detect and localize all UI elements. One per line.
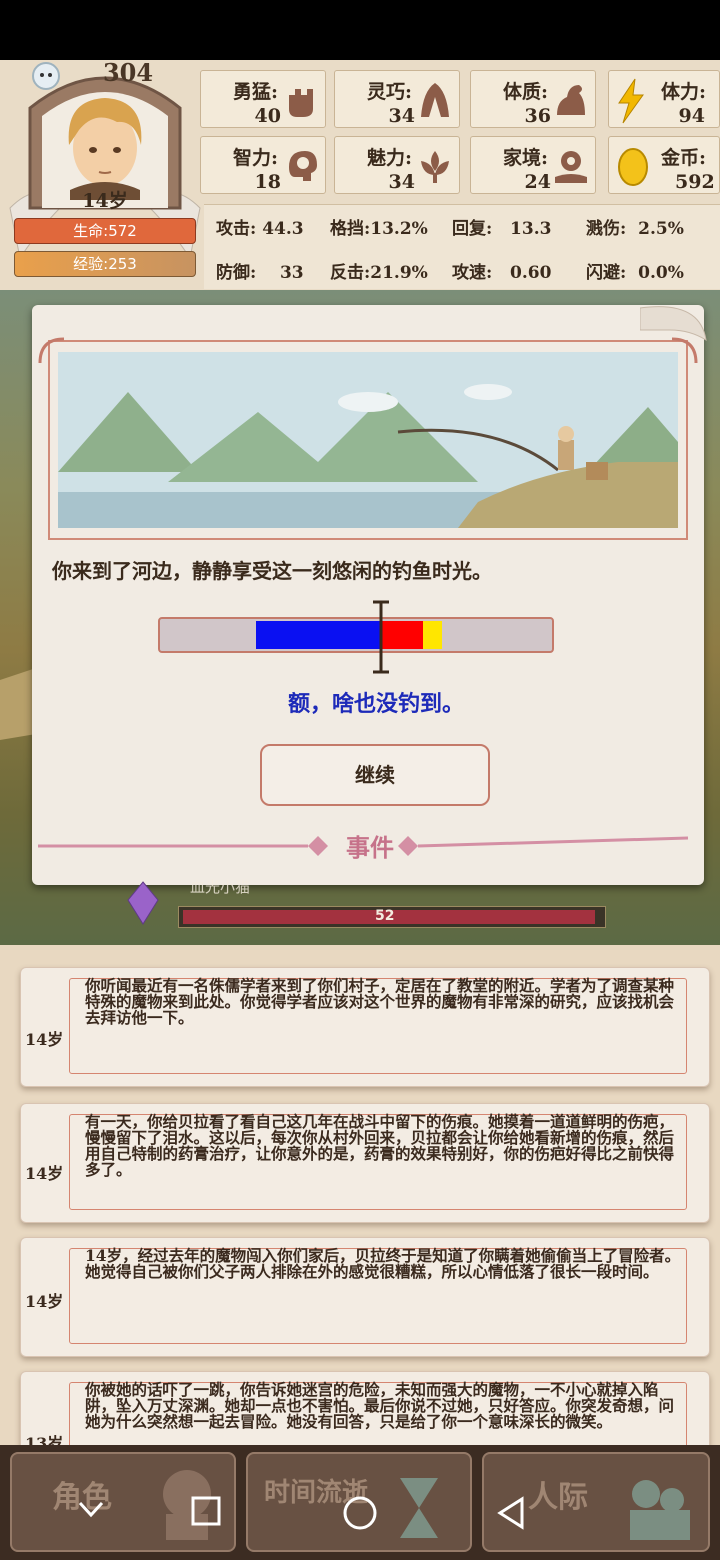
status-bar bbox=[0, 0, 720, 60]
log-entry: 14岁 有一天，你给贝拉看了看自己这几年在战斗中留下的伤痕。她摸着一道道鲜明的伤… bbox=[20, 1103, 710, 1223]
monster-hp-bar: 52 bbox=[178, 906, 606, 928]
stat-label: 灵巧: bbox=[367, 81, 413, 103]
entry-age: 14岁 bbox=[25, 1164, 64, 1183]
player-age: 14岁 bbox=[82, 190, 128, 212]
stat-intelligence[interactable]: 智力: 18 bbox=[200, 136, 326, 194]
stat-constitution[interactable]: 体质: 36 bbox=[470, 70, 596, 128]
event-log[interactable]: 14岁 你听闻最近有一名侏儒学者来到了你们村子，定居在了教堂的附近。学者为了调查… bbox=[0, 945, 720, 1445]
entry-age: 14岁 bbox=[25, 1292, 64, 1311]
stat-splash: 溅伤: 2.5% bbox=[586, 219, 684, 239]
brain-icon bbox=[289, 151, 317, 181]
pet-icon[interactable] bbox=[30, 60, 62, 92]
entry-text: 你被她的话吓了一跳，你告诉她迷宫的危险，未知而强大的魔物，一不小心就掉入陷阱，坠… bbox=[85, 1380, 675, 1431]
stat-dodge: 闪避: 0.0% bbox=[586, 263, 684, 283]
lightning-icon bbox=[618, 78, 644, 124]
stat-label: 体力: bbox=[661, 81, 707, 103]
hourglass-icon bbox=[400, 1478, 438, 1538]
stat-attack: 攻击: 44.3 bbox=[216, 219, 304, 239]
entry-text: 有一天，你给贝拉看了看自己这几年在战斗中留下的伤痕。她摸着一道道鲜明的伤疤，慢慢… bbox=[85, 1112, 675, 1179]
monster-name: 血光小猫 bbox=[190, 878, 251, 896]
stat-label: 体质: bbox=[503, 81, 549, 103]
meter-zone bbox=[256, 621, 382, 649]
stat-value: 94 bbox=[678, 105, 705, 127]
cloak-icon bbox=[421, 83, 449, 117]
meter-zone bbox=[422, 621, 443, 649]
stat-speed: 攻速: 0.60 bbox=[452, 263, 552, 283]
entry-text: 14岁，经过去年的魔物闯入你们家后，贝拉终于是知道了你瞒着她偷偷当上了冒险者。她… bbox=[85, 1246, 681, 1281]
fist-icon bbox=[289, 89, 313, 117]
stat-value: 18 bbox=[254, 171, 281, 193]
stat-value: 40 bbox=[254, 105, 281, 127]
people-icon bbox=[630, 1480, 690, 1540]
stat-value: 34 bbox=[388, 171, 415, 193]
stat-stamina[interactable]: 体力: 94 bbox=[608, 70, 720, 128]
entry-age: 13岁 bbox=[25, 1434, 64, 1445]
stat-agility[interactable]: 灵巧: 34 bbox=[334, 70, 460, 128]
stat-value: 34 bbox=[388, 105, 415, 127]
stat-gold[interactable]: 金币: 592 bbox=[608, 136, 720, 194]
log-entry: 14岁 14岁，经过去年的魔物闯入你们家后，贝拉终于是知道了你瞒着她偷偷当上了冒… bbox=[20, 1237, 710, 1357]
home-icon[interactable] bbox=[342, 1495, 378, 1531]
player-score: 304 bbox=[102, 58, 154, 87]
back-icon[interactable] bbox=[496, 1495, 528, 1531]
chevron-down-icon[interactable] bbox=[76, 1495, 106, 1525]
stat-label: 智力: bbox=[233, 147, 279, 169]
stat-label: 金币: bbox=[661, 147, 707, 169]
stat-counter: 反击:21.9% bbox=[330, 263, 428, 283]
stat-label: 勇猛: bbox=[233, 81, 279, 103]
exp-bar: 经验:253 bbox=[14, 251, 196, 277]
muscle-icon bbox=[557, 85, 585, 115]
stat-label: 魅力: bbox=[367, 147, 413, 169]
monster-hp-value: 52 bbox=[375, 908, 395, 924]
stat-value: 24 bbox=[524, 171, 551, 193]
stat-value: 36 bbox=[524, 105, 551, 127]
log-entry: 13岁 你被她的话吓了一跳，你告诉她迷宫的危险，未知而强大的魔物，一不小心就掉入… bbox=[20, 1371, 710, 1445]
crystal-icon bbox=[127, 881, 159, 925]
flower-icon bbox=[421, 151, 449, 183]
fishing-scene-illustration bbox=[58, 352, 678, 528]
continue-label: 继续 bbox=[355, 763, 395, 787]
frame-corner-ornament bbox=[38, 337, 65, 364]
event-story-text: 你来到了河边，静静享受这一刻悠闲的钓鱼时光。 bbox=[52, 559, 492, 583]
avatar[interactable] bbox=[55, 90, 155, 200]
stat-label: 家境: bbox=[503, 147, 549, 169]
meter-marker bbox=[373, 600, 390, 674]
tab-label: 人际 bbox=[528, 1480, 588, 1515]
entry-text: 你听闻最近有一名侏儒学者来到了你们村子，定居在了教堂的附近。学者为了调查某种特殊… bbox=[85, 976, 675, 1027]
entry-age: 14岁 bbox=[25, 1030, 64, 1049]
stat-courage[interactable]: 勇猛: 40 bbox=[200, 70, 326, 128]
stat-charisma[interactable]: 魅力: 34 bbox=[334, 136, 460, 194]
hp-bar: 生命:572 bbox=[14, 218, 196, 244]
coin-hand-icon bbox=[555, 151, 587, 183]
continue-button[interactable]: 继续 bbox=[260, 744, 490, 806]
frame-corner-ornament bbox=[671, 337, 698, 364]
events-section-title: 事件 bbox=[346, 833, 394, 862]
fishing-meter bbox=[158, 617, 554, 653]
stat-block: 格挡:13.2% bbox=[330, 219, 428, 239]
stat-defense: 防御: 33 bbox=[216, 263, 304, 283]
event-result-text: 额，啥也没钓到。 bbox=[287, 691, 464, 717]
stat-family[interactable]: 家境: 24 bbox=[470, 136, 596, 194]
stat-regen: 回复: 13.3 bbox=[452, 219, 552, 239]
recents-icon[interactable] bbox=[190, 1495, 222, 1527]
log-entry: 14岁 你听闻最近有一名侏儒学者来到了你们村子，定居在了教堂的附近。学者为了调查… bbox=[20, 967, 710, 1087]
stat-value: 592 bbox=[675, 171, 715, 193]
gold-coin-icon bbox=[618, 148, 648, 186]
